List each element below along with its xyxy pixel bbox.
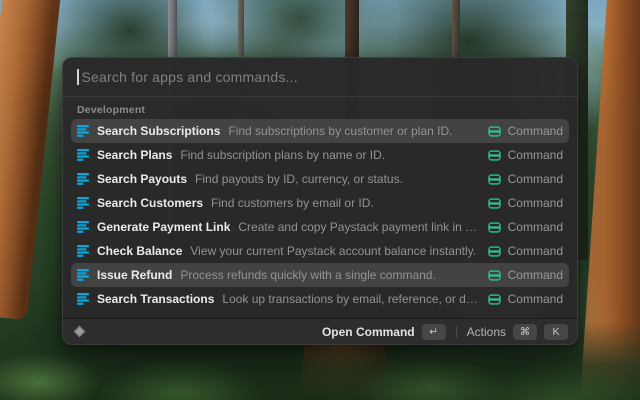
- command-type-label: Command: [508, 148, 563, 162]
- section-header-development: Development: [63, 97, 577, 119]
- command-description: Find payouts by ID, currency, or status.: [195, 172, 403, 186]
- paystack-icon: [77, 293, 89, 305]
- paystack-icon: [77, 245, 89, 257]
- command-list-item[interactable]: Search Transactions Look up transactions…: [71, 287, 569, 311]
- palette-footer: Open Command ↵ Actions ⌘ K: [63, 318, 577, 344]
- command-type-label: Command: [508, 220, 563, 234]
- desktop: Search for apps and commands... Developm…: [0, 0, 640, 400]
- extension-diamond-icon: [72, 324, 87, 339]
- search-bar[interactable]: Search for apps and commands...: [63, 58, 577, 97]
- command-description: Create and copy Paystack payment link in…: [238, 220, 479, 234]
- command-list-item[interactable]: Generate Payment Link Create and copy Pa…: [71, 215, 569, 239]
- terminal-icon: [488, 269, 501, 282]
- command-description: Look up transactions by email, reference…: [222, 292, 479, 306]
- terminal-icon: [488, 173, 501, 186]
- command-list-item[interactable]: Check Balance View your current Paystack…: [71, 239, 569, 263]
- k-key-badge: K: [544, 324, 568, 340]
- command-list-item[interactable]: Issue Refund Process refunds quickly wit…: [71, 263, 569, 287]
- command-title: Search Subscriptions: [97, 124, 220, 138]
- terminal-icon: [488, 125, 501, 138]
- paystack-icon: [77, 197, 89, 209]
- command-type-label: Command: [508, 124, 563, 138]
- command-type-label: Command: [508, 196, 563, 210]
- command-palette: Search for apps and commands... Developm…: [62, 57, 578, 345]
- paystack-icon: [77, 125, 89, 137]
- command-title: Search Payouts: [97, 172, 187, 186]
- paystack-icon: [77, 221, 89, 233]
- command-list: Search Subscriptions Find subscriptions …: [63, 119, 577, 311]
- cmd-key-badge: ⌘: [513, 324, 537, 340]
- return-key-badge: ↵: [422, 324, 446, 340]
- command-list-item[interactable]: Search Customers Find customers by email…: [71, 191, 569, 215]
- command-title: Generate Payment Link: [97, 220, 230, 234]
- command-description: Find subscription plans by name or ID.: [180, 148, 385, 162]
- command-title: Search Plans: [97, 148, 172, 162]
- command-title: Search Customers: [97, 196, 203, 210]
- command-description: Find customers by email or ID.: [211, 196, 374, 210]
- command-description: Find subscriptions by customer or plan I…: [228, 124, 452, 138]
- command-type-label: Command: [508, 268, 563, 282]
- command-title: Issue Refund: [97, 268, 172, 282]
- command-title: Check Balance: [97, 244, 182, 258]
- open-command-label[interactable]: Open Command: [322, 325, 415, 339]
- command-description: View your current Paystack account balan…: [190, 244, 476, 258]
- text-caret: [77, 69, 79, 85]
- command-type-label: Command: [508, 244, 563, 258]
- command-title: Search Transactions: [97, 292, 214, 306]
- command-type-label: Command: [508, 292, 563, 306]
- terminal-icon: [488, 293, 501, 306]
- terminal-icon: [488, 221, 501, 234]
- paystack-icon: [77, 149, 89, 161]
- paystack-icon: [77, 269, 89, 281]
- terminal-icon: [488, 197, 501, 210]
- terminal-icon: [488, 245, 501, 258]
- command-description: Process refunds quickly with a single co…: [180, 268, 435, 282]
- actions-button[interactable]: Actions: [467, 325, 506, 339]
- footer-divider: [456, 326, 457, 338]
- command-list-item[interactable]: Search Subscriptions Find subscriptions …: [71, 119, 569, 143]
- terminal-icon: [488, 149, 501, 162]
- search-input[interactable]: Search for apps and commands...: [82, 69, 298, 85]
- command-type-label: Command: [508, 172, 563, 186]
- command-list-item[interactable]: Search Plans Find subscription plans by …: [71, 143, 569, 167]
- command-list-item[interactable]: Search Payouts Find payouts by ID, curre…: [71, 167, 569, 191]
- paystack-icon: [77, 173, 89, 185]
